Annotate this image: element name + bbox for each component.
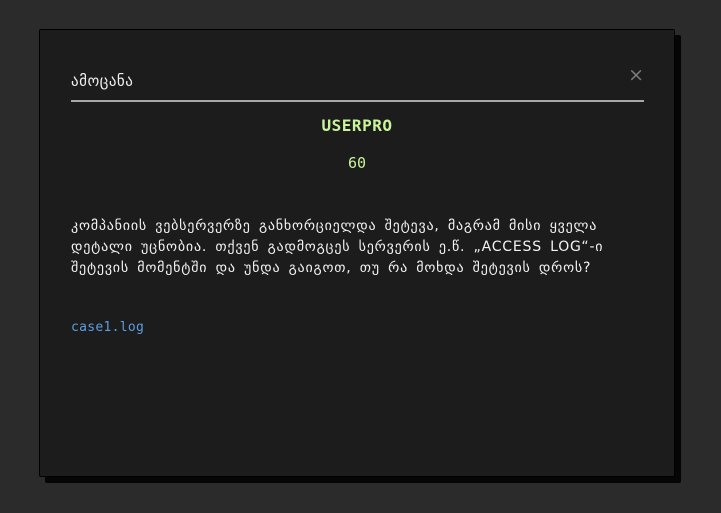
challenge-description: კომპანიის ვებსერვერზე განხორციელდა შეტევ… [71, 218, 604, 276]
challenge-points: 60 [347, 154, 367, 172]
file-download-link[interactable]: case1.log [71, 320, 144, 335]
close-icon[interactable]: × [628, 66, 644, 85]
challenge-author: USERPRO [321, 116, 393, 135]
modal-header: ამოცანა × [71, 66, 644, 102]
modal-title: ამოცანა [71, 72, 134, 90]
challenge-modal: ამოცანა × USERPRO 60 კომპანიის ვებსერვერ… [39, 29, 675, 477]
